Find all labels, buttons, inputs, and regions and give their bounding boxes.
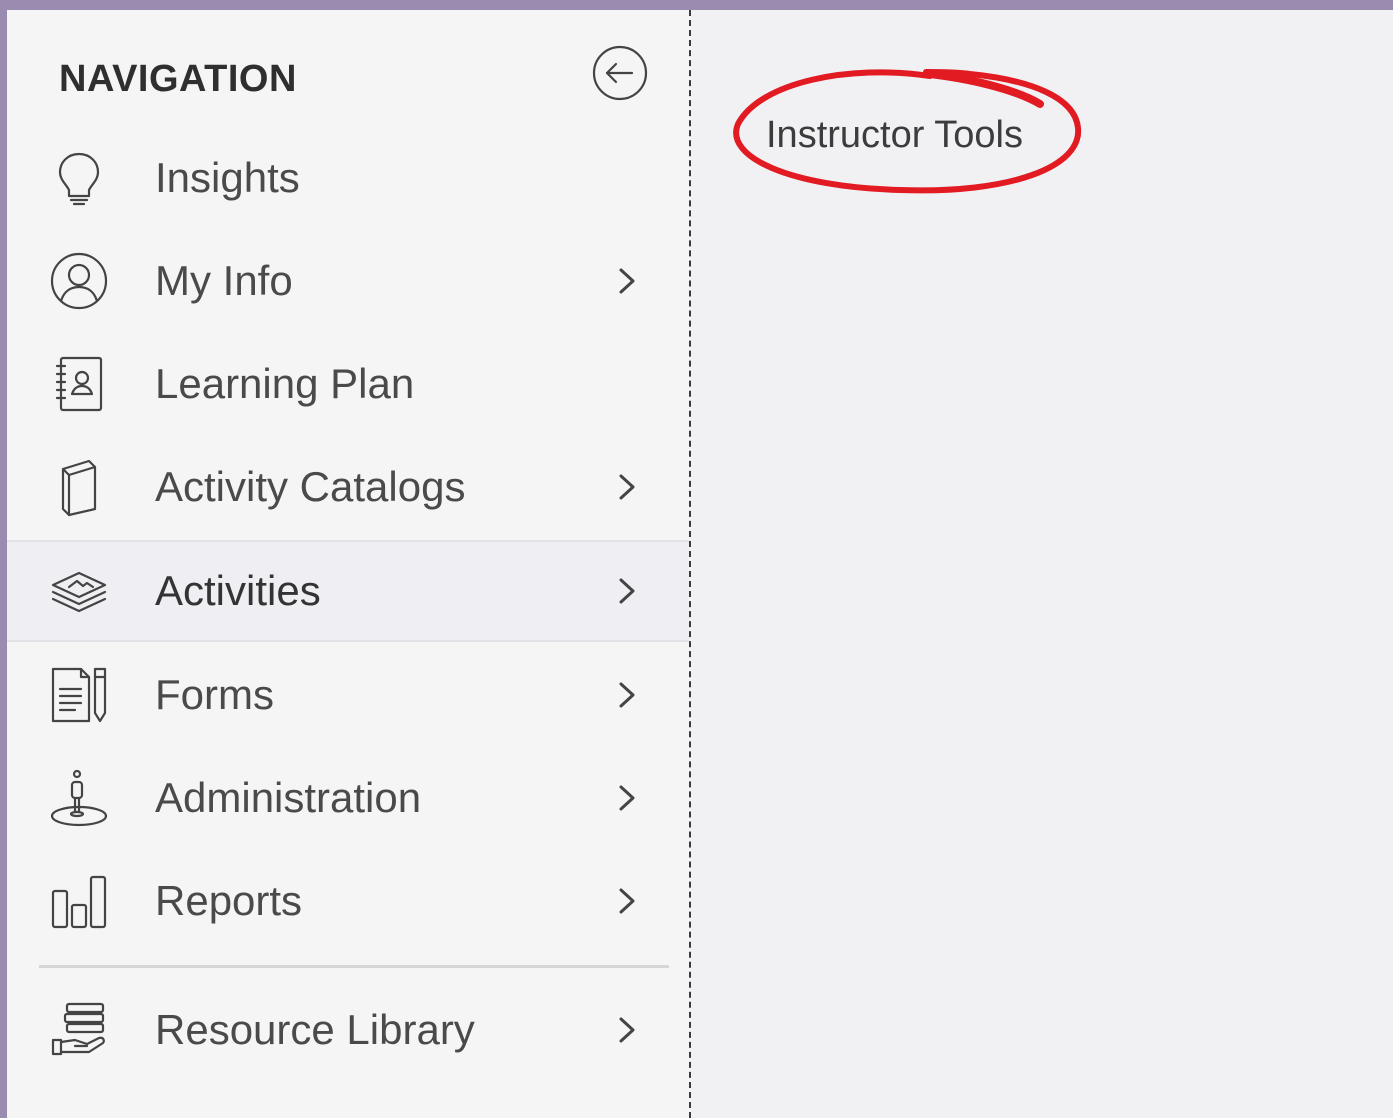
sidebar-item-label: Resource Library bbox=[155, 1006, 475, 1053]
arrow-left-circle-icon bbox=[592, 45, 648, 101]
sidebar-item-label: Learning Plan bbox=[155, 360, 415, 407]
navigation-sidebar: NAVIGATION Insights My Info Learning Pla… bbox=[7, 10, 691, 1118]
contact-notebook-icon bbox=[55, 356, 103, 412]
sidebar-item-label: My Info bbox=[155, 257, 293, 304]
books-hand-icon bbox=[51, 1002, 105, 1056]
sidebar-item-label: Administration bbox=[155, 774, 422, 821]
sidebar-item-insights[interactable]: Insights bbox=[7, 128, 689, 228]
chevron-right-icon bbox=[619, 1017, 635, 1043]
sidebar-item-activity-catalogs[interactable]: Activity Catalogs bbox=[7, 437, 689, 537]
sidebar-item-label: Reports bbox=[155, 877, 303, 924]
sidebar-item-forms[interactable]: Forms bbox=[7, 645, 689, 745]
sidebar-item-reports[interactable]: Reports bbox=[7, 851, 689, 951]
book-icon bbox=[61, 459, 97, 517]
sidebar-item-label: Activity Catalogs bbox=[155, 463, 466, 510]
sidebar-item-label: Forms bbox=[155, 671, 274, 718]
navigation-header: NAVIGATION bbox=[59, 58, 297, 100]
layers-icon bbox=[51, 571, 107, 613]
collapse-sidebar-button[interactable] bbox=[592, 45, 648, 101]
sidebar-item-learning-plan[interactable]: Learning Plan bbox=[7, 334, 689, 434]
form-pencil-icon bbox=[51, 667, 107, 723]
bar-chart-icon bbox=[51, 875, 107, 929]
sidebar-item-label: Insights bbox=[155, 154, 300, 201]
sidebar-divider bbox=[39, 965, 669, 968]
sidebar-item-label: Activities bbox=[155, 567, 321, 614]
instructor-tools-link[interactable]: Instructor Tools bbox=[766, 114, 1023, 157]
lightbulb-icon bbox=[58, 152, 100, 206]
sidebar-item-my-info[interactable]: My Info bbox=[7, 231, 689, 331]
sidebar-item-administration[interactable]: Administration bbox=[7, 748, 689, 848]
chevron-right-icon bbox=[619, 785, 635, 811]
chevron-right-icon bbox=[619, 578, 635, 604]
chevron-right-icon bbox=[619, 682, 635, 708]
chevron-right-icon bbox=[619, 888, 635, 914]
admin-person-icon bbox=[50, 769, 108, 827]
sidebar-item-resource-library[interactable]: Resource Library bbox=[7, 980, 689, 1080]
user-circle-icon bbox=[50, 252, 108, 310]
chevron-right-icon bbox=[619, 268, 635, 294]
sidebar-item-activities[interactable]: Activities bbox=[7, 540, 689, 642]
chevron-right-icon bbox=[619, 474, 635, 500]
